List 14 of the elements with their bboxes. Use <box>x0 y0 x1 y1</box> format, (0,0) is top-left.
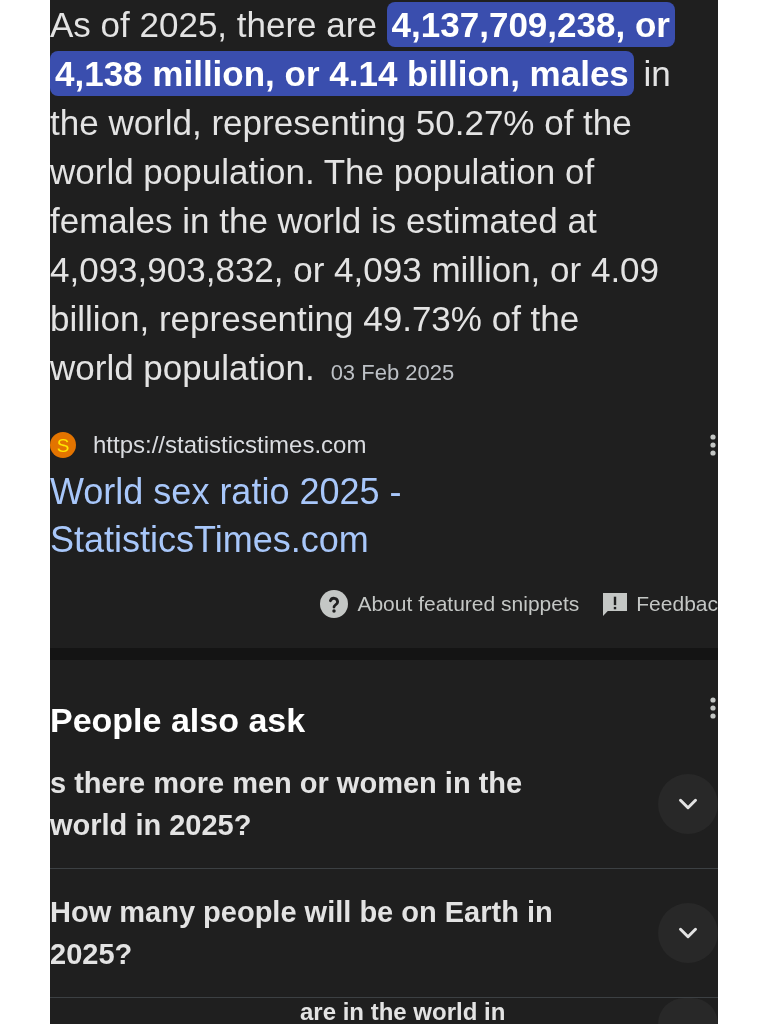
question-text[interactable]: are in the world in <box>300 1000 506 1024</box>
source-url: https://statisticstimes.com <box>93 430 367 460</box>
help-icon <box>320 590 349 618</box>
more-options-icon[interactable] <box>710 697 716 719</box>
feedback-link[interactable]: Feedbac <box>603 588 718 620</box>
result-title-link[interactable]: World sex ratio 2025 - StatisticsTimes.com <box>50 468 470 564</box>
question-text[interactable]: s there more men or women in the world in 2025? <box>50 762 523 846</box>
question-text[interactable]: How many people will be on Earth in 2025? <box>50 891 553 975</box>
feedback-icon <box>603 592 628 616</box>
more-options-icon[interactable] <box>710 434 716 456</box>
about-snippets-link[interactable]: About featured snippets <box>320 588 580 620</box>
site-favicon: S <box>50 432 76 458</box>
snippet-date: 03 Feb 2025 <box>330 360 455 385</box>
section-heading: People also ask <box>50 700 306 740</box>
